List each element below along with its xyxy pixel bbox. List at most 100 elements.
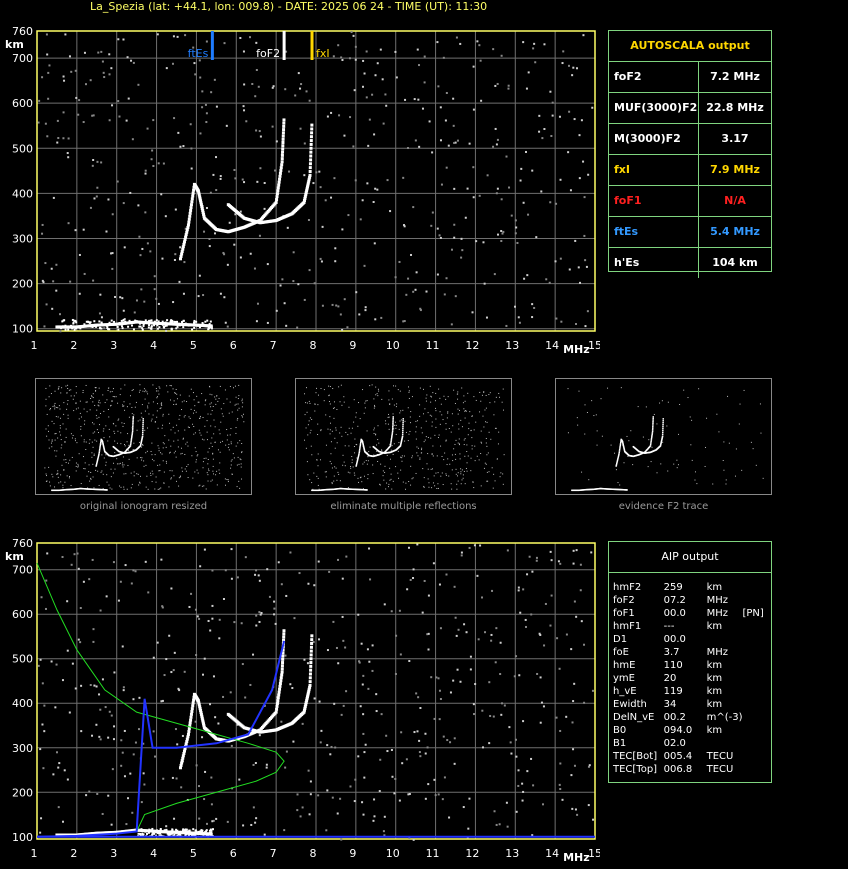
noise-speck — [472, 166, 475, 169]
es-trace-point — [61, 320, 64, 323]
noise-speck — [585, 265, 588, 268]
noise-speck — [545, 278, 548, 281]
noise-speck — [55, 751, 58, 754]
thumbnail-speck — [118, 485, 120, 487]
noise-speck — [82, 228, 85, 231]
thumbnail-speck — [343, 396, 345, 398]
thumbnail-speck — [120, 388, 122, 390]
noise-speck — [137, 728, 140, 731]
thumbnail-speck — [133, 442, 135, 444]
noise-speck — [450, 248, 453, 251]
thumbnail-speck — [376, 444, 378, 446]
noise-speck — [472, 703, 475, 706]
thumbnail-speck — [498, 392, 500, 394]
noise-speck — [254, 573, 257, 576]
thumbnail-speck — [218, 429, 220, 431]
thumbnail-speck — [95, 387, 97, 389]
thumbnail-speck — [332, 388, 334, 390]
thumbnail-speck — [94, 404, 96, 406]
noise-speck — [482, 241, 485, 244]
thumbnail-speck — [445, 473, 447, 475]
noise-speck — [336, 812, 339, 815]
thumbnail-speck — [317, 404, 319, 406]
es-trace-point — [151, 833, 154, 836]
noise-speck — [39, 658, 42, 661]
noise-speck — [215, 105, 218, 108]
thumbnail-speck — [70, 389, 72, 391]
noise-speck — [363, 776, 366, 779]
thumbnail-speck — [142, 390, 144, 392]
thumbnail-speck — [377, 439, 379, 441]
noise-speck — [61, 555, 64, 558]
thumbnail-speck — [98, 387, 100, 389]
noise-speck — [386, 179, 389, 182]
noise-speck — [510, 752, 513, 755]
thumbnail-speck — [116, 442, 118, 444]
thumbnail-speck — [186, 441, 188, 443]
noise-speck — [59, 313, 62, 316]
thumbnail-speck — [92, 463, 94, 465]
thumbnail-speck — [75, 392, 77, 394]
thumbnail-speck — [70, 433, 72, 435]
thumbnail-speck — [241, 400, 243, 402]
thumbnail-speck — [180, 475, 182, 477]
noise-speck — [579, 281, 582, 284]
noise-speck — [243, 83, 246, 86]
noise-speck — [331, 796, 334, 799]
thumbnail-speck — [470, 430, 472, 432]
noise-speck — [285, 324, 288, 327]
noise-speck — [280, 583, 283, 586]
thumbnail-speck — [59, 434, 61, 436]
thumbnail-speck — [206, 439, 208, 441]
thumbnail-speck — [393, 404, 395, 406]
thumbnail-speck — [91, 422, 93, 424]
thumbnail-speck — [229, 401, 231, 403]
ordinary-trace-point — [192, 188, 196, 192]
noise-speck — [499, 673, 502, 676]
noise-speck — [174, 728, 177, 731]
noise-speck — [584, 259, 587, 262]
noise-speck — [357, 613, 360, 616]
noise-speck — [233, 168, 236, 171]
noise-speck — [342, 704, 345, 707]
noise-speck — [313, 697, 316, 700]
noise-speck — [204, 770, 207, 773]
thumbnail-speck — [48, 439, 50, 441]
noise-speck — [161, 257, 164, 260]
es-trace-point — [170, 319, 173, 322]
ordinary-trace-point — [191, 191, 195, 195]
noise-speck — [575, 549, 578, 552]
ordinary-trace-point — [281, 150, 285, 154]
thumbnail-trace-point — [358, 453, 360, 455]
noise-speck — [93, 684, 96, 687]
noise-speck — [226, 325, 229, 328]
thumbnail-speck — [397, 472, 399, 474]
noise-speck — [265, 766, 268, 769]
thumbnail-speck — [86, 401, 88, 403]
noise-speck — [226, 820, 229, 823]
noise-speck — [104, 706, 107, 709]
noise-speck — [170, 587, 173, 590]
noise-speck — [436, 273, 439, 276]
noise-speck — [574, 239, 577, 242]
thumbnail-trace-point — [98, 450, 101, 452]
noise-speck — [416, 730, 419, 733]
noise-speck — [433, 778, 436, 781]
thumbnail-trace-point — [652, 421, 654, 423]
ordinary-trace-point — [187, 217, 191, 221]
thumbnail-speck — [141, 416, 143, 418]
noise-speck — [438, 718, 441, 721]
noise-speck — [347, 214, 350, 217]
noise-speck — [527, 213, 530, 216]
thumbnail-trace-point — [392, 417, 394, 420]
thumbnail-speck — [497, 458, 499, 460]
noise-speck — [476, 40, 479, 43]
noise-speck — [410, 253, 413, 256]
thumbnail-speck — [120, 443, 122, 445]
x-tick-label: 7 — [270, 847, 277, 860]
thumbnail-speck — [202, 461, 204, 463]
thumbnail-speck — [428, 482, 430, 484]
thumbnail-speck — [206, 472, 208, 474]
noise-speck — [178, 280, 181, 283]
noise-speck — [273, 600, 276, 603]
